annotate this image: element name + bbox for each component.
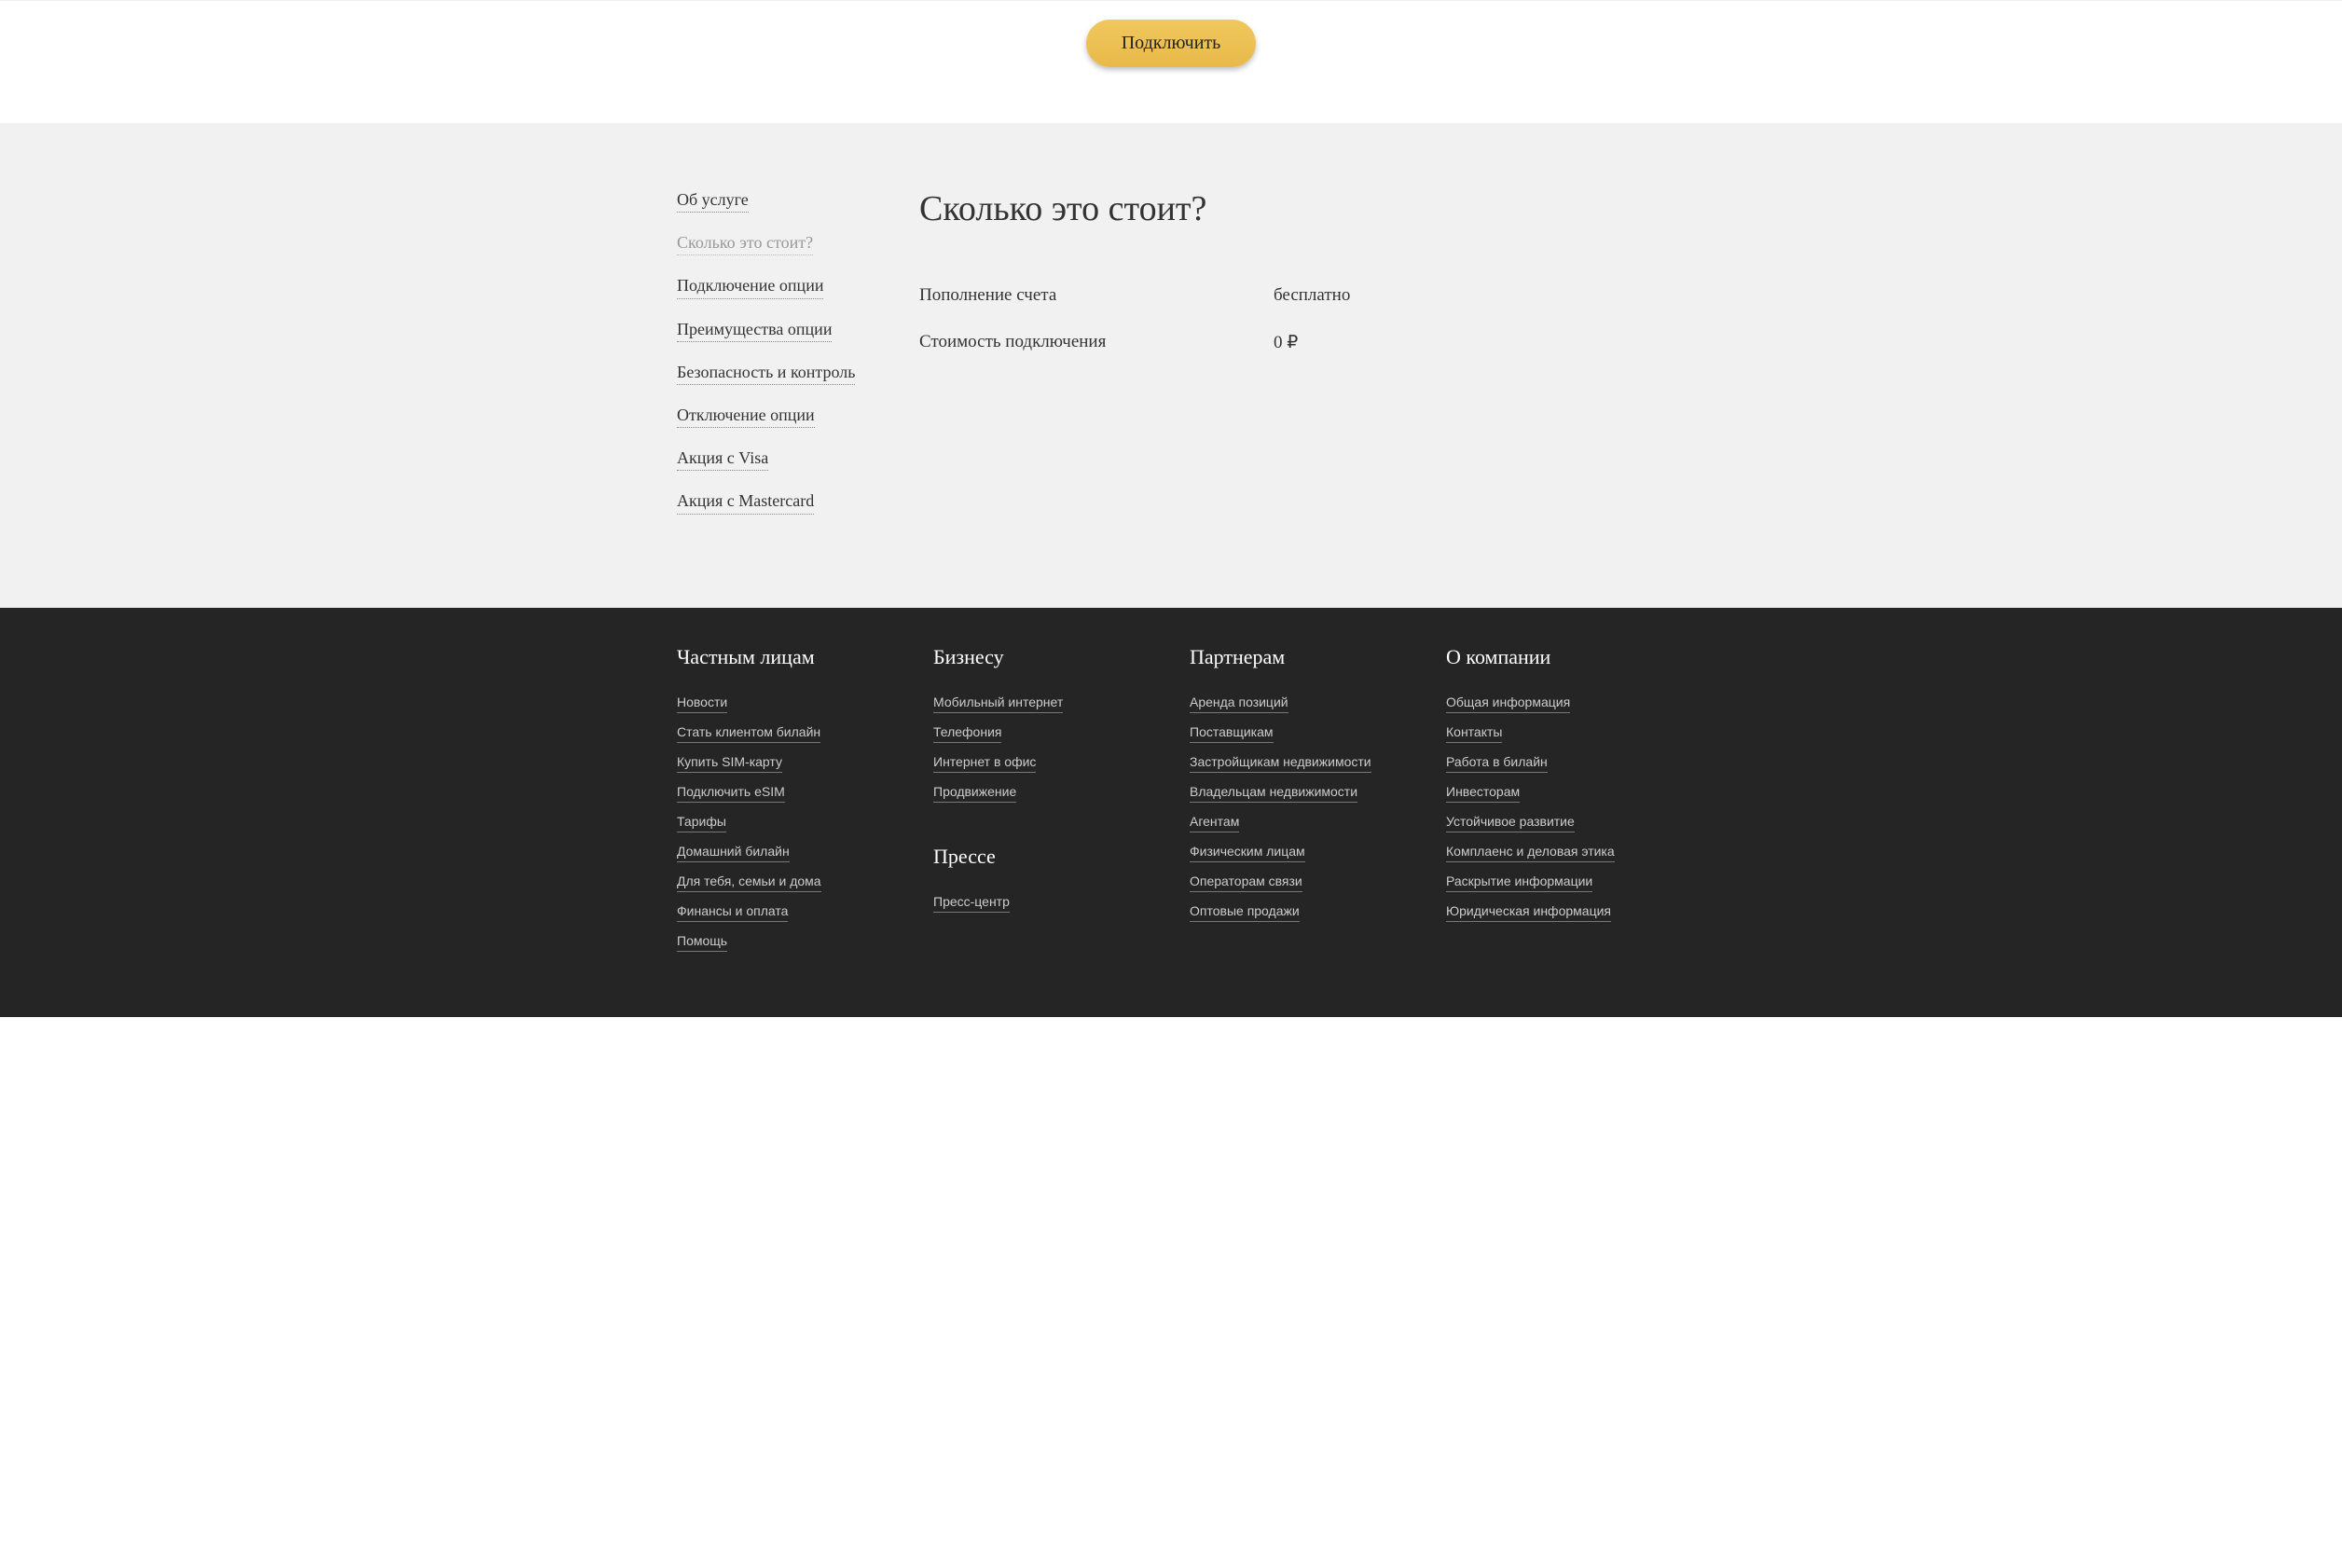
footer-link[interactable]: Раскрытие информации: [1446, 872, 1592, 892]
price-value: 0 ₽: [1274, 332, 1298, 353]
footer-link[interactable]: Мобильный интернет: [933, 693, 1063, 713]
footer-heading: О компании: [1446, 645, 1665, 669]
footer-link[interactable]: Телефония: [933, 722, 1001, 743]
page-heading: Сколько это стоит?: [919, 188, 1665, 229]
footer-heading: Бизнесу: [933, 645, 1152, 669]
footer: Частным лицам Новости Стать клиентом билай…: [0, 608, 2342, 1017]
footer-link[interactable]: Аренда позиций: [1190, 693, 1288, 713]
footer-column: Партнерам Аренда позиций Поставщикам Застро…: [1190, 645, 1409, 961]
connect-button[interactable]: Подключить: [1086, 20, 1257, 67]
footer-link[interactable]: Операторам связи: [1190, 872, 1302, 892]
price-value: бесплатно: [1274, 285, 1350, 306]
sidebar-item-6[interactable]: Акция с Visa: [677, 447, 768, 471]
footer-link[interactable]: Общая информация: [1446, 693, 1570, 713]
footer-link[interactable]: Новости: [677, 693, 727, 713]
footer-link[interactable]: Физическим лицам: [1190, 842, 1305, 862]
footer-link[interactable]: Стать клиентом билайн: [677, 722, 820, 743]
footer-link[interactable]: Устойчивое развитие: [1446, 812, 1575, 832]
footer-subheading: Прессе: [933, 845, 1152, 869]
sidebar-item-7[interactable]: Акция с Mastercard: [677, 489, 814, 514]
footer-link[interactable]: Юридическая информация: [1446, 901, 1611, 922]
footer-heading: Партнерам: [1190, 645, 1409, 669]
footer-link[interactable]: Комплаенс и деловая этика: [1446, 842, 1615, 862]
sidebar-item-1[interactable]: Сколько это стоит?: [677, 231, 813, 255]
footer-link[interactable]: Купить SIM-карту: [677, 752, 782, 773]
footer-link[interactable]: Подключить eSIM: [677, 782, 785, 803]
footer-link[interactable]: Инвесторам: [1446, 782, 1520, 803]
sidebar-item-4[interactable]: Безопасность и контроль: [677, 361, 855, 385]
footer-link[interactable]: Контакты: [1446, 722, 1502, 743]
sidebar-item-0[interactable]: Об услуге: [677, 188, 749, 213]
footer-link[interactable]: Помощь: [677, 931, 727, 952]
footer-column: О компании Общая информация Контакты Работа…: [1446, 645, 1665, 961]
footer-column: Бизнесу Мобильный интернет Телефония Интерн…: [933, 645, 1152, 961]
sidebar-item-5[interactable]: Отключение опции: [677, 404, 815, 428]
sidebar-item-3[interactable]: Преимущества опции: [677, 318, 832, 342]
footer-link[interactable]: Поставщикам: [1190, 722, 1274, 743]
footer-link[interactable]: Интернет в офис: [933, 752, 1036, 773]
sidebar-nav: Об услуге Сколько это стоит? Подключение о…: [677, 188, 873, 533]
footer-link[interactable]: Агентам: [1190, 812, 1239, 832]
price-row: Стоимость подключения0 ₽: [919, 332, 1665, 353]
footer-link[interactable]: Финансы и оплата: [677, 901, 788, 922]
pricing-section: Об услуге Сколько это стоит? Подключение о…: [0, 123, 2342, 608]
price-row: Пополнение счетабесплатно: [919, 285, 1665, 306]
footer-link[interactable]: Оптовые продажи: [1190, 901, 1300, 922]
footer-link[interactable]: Пресс-центр: [933, 892, 1010, 913]
price-label: Стоимость подключения: [919, 332, 1274, 353]
sidebar-item-2[interactable]: Подключение опции: [677, 274, 823, 298]
footer-link[interactable]: Домашний билайн: [677, 842, 790, 862]
price-label: Пополнение счета: [919, 285, 1274, 306]
footer-heading: Частным лицам: [677, 645, 896, 669]
content-area: Сколько это стоит? Пополнение счетабеспл…: [919, 188, 1665, 533]
footer-column: Частным лицам Новости Стать клиентом билай…: [677, 645, 896, 961]
footer-link[interactable]: Работа в билайн: [1446, 752, 1548, 773]
footer-link[interactable]: Застройщикам недвижимости: [1190, 752, 1371, 773]
footer-link[interactable]: Продвижение: [933, 782, 1016, 803]
footer-link[interactable]: Для тебя, семьи и дома: [677, 872, 821, 892]
footer-link[interactable]: Владельцам недвижимости: [1190, 782, 1357, 803]
footer-link[interactable]: Тарифы: [677, 812, 726, 832]
top-section: Подключить: [0, 0, 2342, 123]
